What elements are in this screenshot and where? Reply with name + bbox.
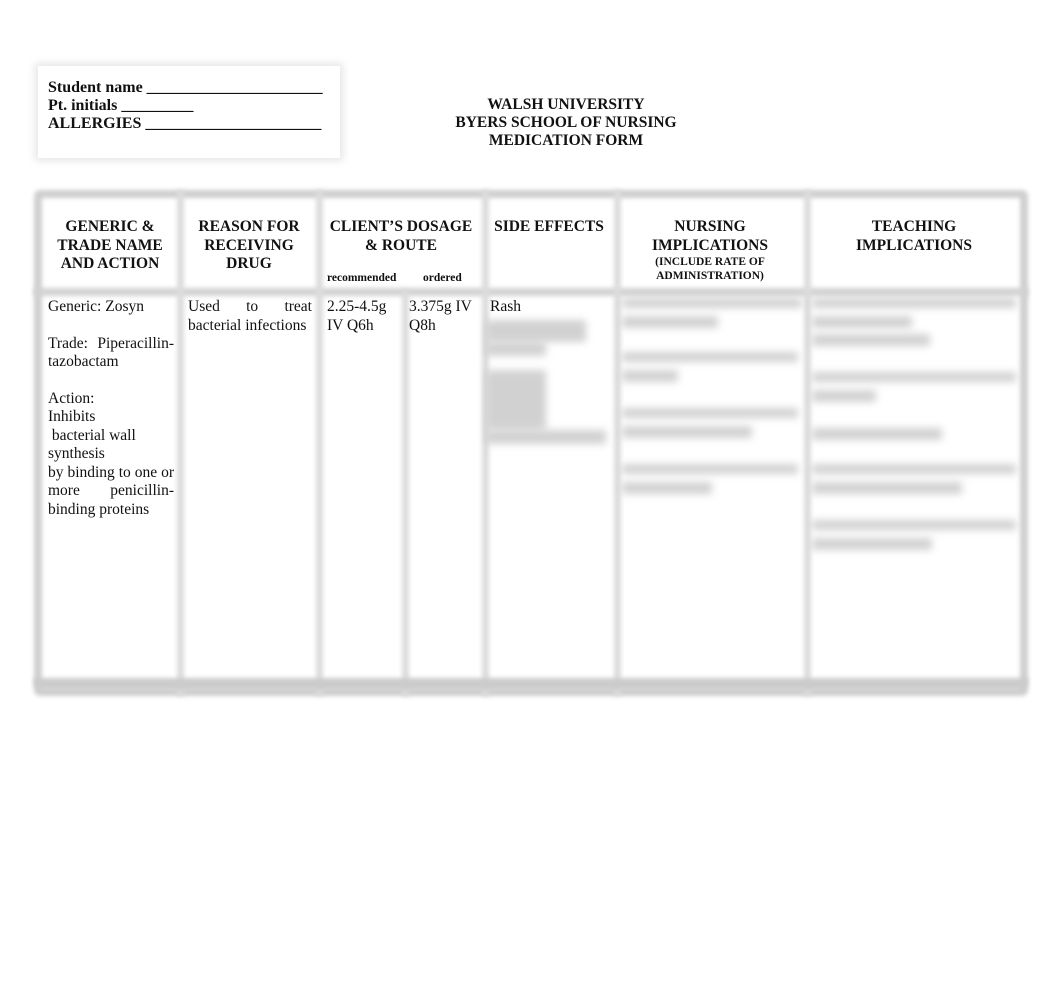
- column-divider: [614, 190, 621, 696]
- header-side-effects: SIDE EFFECTS: [494, 218, 604, 235]
- header-line: REASON FOR: [198, 218, 300, 235]
- column-divider: [402, 290, 409, 696]
- header-nursing-implications: NURSING IMPLICATIONS (INCLUDE RATE OF AD…: [622, 218, 798, 283]
- header-line: DRUG: [226, 255, 272, 272]
- header-generic-trade-action: GENERIC & TRADE NAME AND ACTION: [44, 218, 176, 274]
- allergies-field: ALLERGIES ______________________: [48, 115, 322, 132]
- action-text: bacterial wall: [48, 426, 136, 444]
- medication-table: GENERIC & TRADE NAME AND ACTION REASON F…: [34, 190, 1028, 696]
- header-line: IMPLICATIONS: [652, 236, 768, 254]
- student-info-box: Student name ______________________ Pt. …: [38, 66, 340, 158]
- header-line: AND ACTION: [60, 255, 160, 272]
- header-subline: (INCLUDE RATE OF: [655, 256, 765, 268]
- cell-reason: Used to treat bacterial infections: [188, 298, 312, 334]
- cell-generic-trade-action: Generic: Zosyn Trade: Piperacillin-tazob…: [48, 298, 174, 519]
- column-divider: [316, 190, 323, 696]
- cell-side-effects: Rash: [490, 298, 608, 317]
- side-effect-rash: Rash: [490, 298, 521, 315]
- column-divider: [177, 190, 184, 696]
- action-label: Action:: [48, 389, 95, 407]
- header-subline: ADMINISTRATION): [656, 270, 764, 282]
- form-title: WALSH UNIVERSITY BYERS SCHOOL OF NURSING…: [430, 96, 702, 150]
- header-line: GENERIC &: [65, 218, 155, 235]
- student-name-field: Student name ______________________: [48, 79, 323, 96]
- header-line: RECEIVING: [204, 236, 294, 254]
- header-recommended: recommended: [327, 272, 397, 284]
- cell-recommended-dose: 2.25-4.5g IV Q6h: [327, 298, 387, 334]
- action-text: by binding to one or more penicillin-bin…: [48, 463, 174, 518]
- header-reason: REASON FOR RECEIVING DRUG: [184, 218, 314, 274]
- action-text: Inhibits: [48, 408, 96, 425]
- header-line: TEACHING: [871, 218, 957, 235]
- university-name: WALSH UNIVERSITY: [487, 96, 645, 113]
- pt-initials-field: Pt. initials _________: [48, 97, 194, 114]
- cell-ordered-dose: 3.375g IV Q8h: [409, 298, 472, 334]
- table-bottom-border: [34, 678, 1028, 690]
- generic-name: Generic: Zosyn: [48, 298, 144, 315]
- header-line: NURSING: [674, 218, 746, 235]
- header-dosage-route: CLIENT’S DOSAGE & ROUTE: [324, 218, 478, 255]
- header-line: TRADE NAME: [57, 236, 163, 254]
- header-line: & ROUTE: [365, 236, 437, 254]
- form-name: MEDICATION FORM: [488, 132, 644, 149]
- header-ordered: ordered: [423, 272, 462, 284]
- column-divider: [804, 190, 811, 696]
- header-teaching-implications: TEACHING IMPLICATIONS: [812, 218, 1016, 255]
- trade-name: Trade: Piperacillin-tazobactam: [48, 334, 174, 371]
- action-text: synthesis: [48, 445, 105, 462]
- school-name: BYERS SCHOOL OF NURSING: [455, 114, 677, 131]
- header-line: IMPLICATIONS: [856, 236, 972, 254]
- header-line: CLIENT’S DOSAGE: [329, 218, 473, 235]
